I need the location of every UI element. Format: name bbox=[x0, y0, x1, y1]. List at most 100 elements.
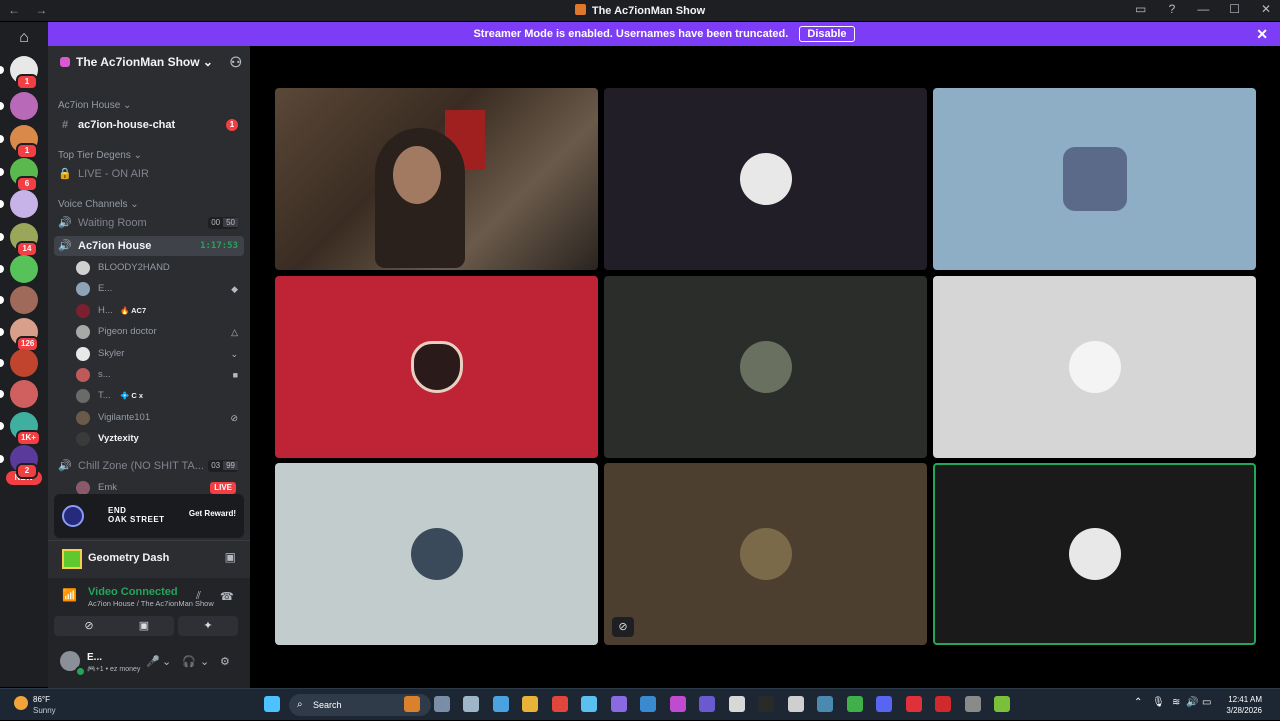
voice-user[interactable]: Skyler ⌄ bbox=[76, 344, 242, 364]
taskbar-app-icon[interactable] bbox=[935, 696, 951, 712]
voice-channel-chill-zone[interactable]: 🔊 Chill Zone (NO SHIT TA... 03 99 bbox=[54, 456, 244, 476]
maximize-button[interactable]: ☐ bbox=[1221, 2, 1249, 16]
clock[interactable]: 12:41 AM 3/28/2026 bbox=[1226, 694, 1262, 716]
minimize-button[interactable]: — bbox=[1189, 2, 1217, 16]
category-ac7ion-house[interactable]: Ac7ion House ⌄ bbox=[58, 100, 131, 111]
voice-channel-ac7ion-house[interactable]: 🔊 Ac7ion House 1:17:53 bbox=[54, 236, 244, 256]
voice-user[interactable]: BLOODY2HAND bbox=[76, 258, 242, 278]
taskbar-app-icon[interactable] bbox=[640, 696, 656, 712]
speaker-icon: 🔊 bbox=[58, 240, 72, 252]
microphone-icon[interactable]: 🎤 bbox=[146, 655, 160, 668]
taskbar-app-icon[interactable] bbox=[433, 696, 450, 712]
voice-channel-waiting-room[interactable]: 🔊 Waiting Room 00 50 bbox=[54, 213, 244, 233]
taskbar-app-icon[interactable] bbox=[994, 696, 1010, 712]
voice-user[interactable]: E... ◆ bbox=[76, 279, 242, 299]
voice-user[interactable]: T... 💠 C x bbox=[76, 386, 242, 406]
server-logo-icon bbox=[574, 4, 586, 15]
user-count-limit: 50 bbox=[223, 218, 238, 227]
quest-promo-banner[interactable]: END OAK STREET Get Reward! bbox=[54, 494, 244, 538]
voice-user[interactable]: Vigilante101 ⊘ bbox=[76, 408, 242, 428]
voice-user[interactable]: H... 🔥 AC7 bbox=[76, 301, 242, 321]
video-tile[interactable] bbox=[933, 276, 1256, 458]
video-tile[interactable] bbox=[604, 88, 927, 270]
banner-close-icon[interactable]: ✕ bbox=[1256, 22, 1268, 46]
taskbar-app-icon[interactable] bbox=[964, 696, 981, 712]
server-icon[interactable] bbox=[10, 286, 38, 314]
server-icon[interactable] bbox=[10, 255, 38, 283]
video-tile[interactable] bbox=[275, 276, 598, 458]
video-tile[interactable]: ⊘ bbox=[604, 463, 927, 645]
channel-ac7ion-house-chat[interactable]: # ac7ion-house-chat 1 bbox=[54, 115, 244, 135]
tray-mic-icon[interactable]: 🎙 bbox=[1152, 697, 1165, 708]
taskbar-app-icon[interactable] bbox=[463, 696, 479, 712]
taskbar-app-icon[interactable] bbox=[551, 696, 568, 712]
invite-people-icon[interactable]: ⚇ bbox=[229, 46, 242, 78]
taskbar-app-icon[interactable] bbox=[404, 696, 420, 712]
server-icon[interactable] bbox=[10, 190, 38, 218]
server-icon[interactable] bbox=[10, 380, 38, 408]
voice-location[interactable]: Ac7ion House / The Ac7ionMan Show bbox=[88, 599, 214, 608]
voice-user[interactable]: s... ■ bbox=[76, 365, 242, 385]
help-icon[interactable]: ? bbox=[1158, 2, 1186, 16]
unread-pill bbox=[0, 102, 4, 110]
headphones-icon[interactable]: 🎧 bbox=[182, 655, 196, 668]
signal-icon[interactable]: 📶 bbox=[62, 588, 77, 602]
activities-button[interactable]: ✦ bbox=[178, 616, 238, 636]
taskbar-app-icon[interactable] bbox=[758, 696, 774, 712]
category-top-tier-degens[interactable]: Top Tier Degens ⌄ bbox=[58, 150, 142, 161]
participant-avatar bbox=[739, 153, 792, 205]
user-name[interactable]: E... bbox=[87, 652, 102, 663]
taskbar-app-icon[interactable] bbox=[522, 696, 538, 712]
close-window-button[interactable]: ✕ bbox=[1252, 2, 1280, 16]
user-status-icon: ⊘ bbox=[230, 412, 238, 423]
discord-home-icon[interactable]: ⌂ bbox=[10, 26, 38, 50]
channel-live-on-air[interactable]: 🔒 LIVE - ON AIR bbox=[54, 164, 244, 184]
voice-user[interactable]: Vyztexity bbox=[76, 429, 242, 449]
disconnect-icon[interactable]: ☎ bbox=[220, 590, 234, 603]
volume-icon[interactable]: 🔊 bbox=[1186, 697, 1198, 708]
chevron-down-icon[interactable]: ⌄ bbox=[162, 655, 171, 668]
muted-icon: ⊘ bbox=[612, 617, 634, 637]
windows-start-icon[interactable] bbox=[264, 696, 280, 712]
battery-icon[interactable]: ▭ bbox=[1202, 697, 1211, 708]
taskbar-app-icon[interactable] bbox=[610, 696, 627, 712]
get-reward-button[interactable]: Get Reward! bbox=[189, 509, 236, 518]
taskbar-app-icon[interactable] bbox=[846, 696, 863, 712]
share-screen-icon[interactable]: ▣ bbox=[225, 550, 236, 564]
chevron-down-icon[interactable]: ⌄ bbox=[200, 655, 209, 668]
speaker-icon: 🔊 bbox=[58, 460, 72, 472]
unread-pill bbox=[0, 390, 4, 398]
taskbar-app-icon[interactable] bbox=[728, 696, 745, 712]
taskbar-app-icon[interactable] bbox=[581, 696, 597, 712]
server-icon[interactable] bbox=[10, 349, 38, 377]
server-header[interactable]: The Ac7ionMan Show ⌄ ⚇ bbox=[48, 46, 250, 78]
tray-overflow-icon[interactable]: ⌃ bbox=[1134, 697, 1142, 708]
noise-suppression-icon[interactable]: ⫽ bbox=[196, 590, 201, 603]
video-tile[interactable] bbox=[933, 463, 1256, 645]
taskbar-app-icon[interactable] bbox=[905, 696, 922, 712]
video-tile[interactable] bbox=[275, 463, 598, 645]
taskbar-app-icon[interactable] bbox=[876, 696, 892, 712]
voice-user[interactable]: Pigeon doctor △ bbox=[76, 322, 242, 342]
category-voice-channels[interactable]: Voice Channels ⌄ bbox=[58, 199, 139, 210]
wifi-icon[interactable]: ≋ bbox=[1172, 697, 1180, 708]
video-tile[interactable] bbox=[275, 88, 598, 270]
screen-share-button[interactable]: ▣ bbox=[114, 616, 174, 636]
video-tile[interactable] bbox=[933, 88, 1256, 270]
taskbar-app-icon[interactable] bbox=[669, 696, 686, 712]
clock-time: 12:41 AM bbox=[1228, 695, 1262, 704]
video-tile[interactable] bbox=[604, 276, 927, 458]
inbox-icon[interactable]: ▭ bbox=[1127, 2, 1155, 16]
server-rail: ⌂ NEW 116141261K+2 bbox=[0, 22, 48, 687]
taskbar-app-icon[interactable] bbox=[492, 696, 509, 712]
taskbar-app-icon[interactable] bbox=[787, 696, 804, 712]
disable-streamer-mode-button[interactable]: Disable bbox=[799, 26, 855, 42]
video-grid: ⊘ bbox=[250, 46, 1280, 687]
server-icon[interactable] bbox=[10, 92, 38, 120]
taskbar-app-icon[interactable] bbox=[817, 696, 833, 712]
settings-gear-icon[interactable]: ⚙ bbox=[220, 655, 230, 668]
live-badge: LIVE bbox=[210, 482, 236, 494]
taskbar-app-icon[interactable] bbox=[699, 696, 715, 712]
unread-pill bbox=[0, 328, 4, 336]
unread-pill bbox=[0, 359, 4, 367]
